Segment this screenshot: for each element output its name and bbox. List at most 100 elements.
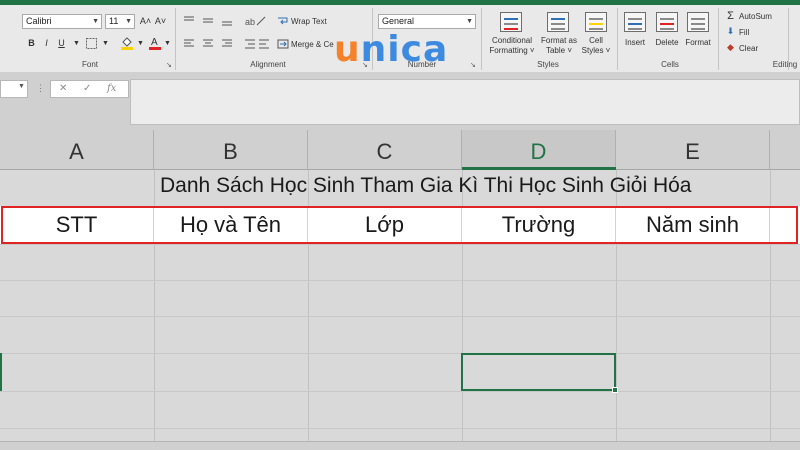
clear-button[interactable]: Clear bbox=[739, 44, 758, 53]
format-as-table-label-2: Table ˅ bbox=[545, 46, 573, 55]
formula-input[interactable] bbox=[130, 79, 800, 125]
format-button[interactable]: Format bbox=[682, 38, 714, 48]
conditional-formatting-button[interactable]: Conditional Formatting ˅ bbox=[486, 36, 538, 56]
shrink-font-icon[interactable]: A˅ bbox=[154, 15, 167, 28]
group-separator bbox=[788, 8, 789, 70]
column-header-e[interactable]: E bbox=[616, 130, 770, 170]
logo-rest: nica bbox=[360, 29, 449, 70]
sigma-icon[interactable]: Σ bbox=[724, 10, 737, 23]
column-header-f[interactable] bbox=[770, 130, 800, 170]
wrap-text-icon[interactable] bbox=[277, 15, 289, 27]
format-cells-icon[interactable] bbox=[687, 12, 709, 32]
chevron-down-icon[interactable]: ▼ bbox=[18, 83, 25, 90]
wrap-text-button[interactable]: Wrap Text bbox=[291, 17, 327, 26]
grid-line bbox=[0, 391, 800, 392]
cancel-icon[interactable]: ✕ bbox=[59, 83, 67, 94]
column-header-row: A B C D E bbox=[0, 130, 800, 170]
delete-button[interactable]: Delete bbox=[651, 38, 683, 48]
worksheet: A B C D E Danh Sách Học Sinh Tham Gia Kì… bbox=[0, 130, 800, 450]
insert-cells-icon[interactable] bbox=[624, 12, 646, 32]
chevron-down-icon[interactable]: ▼ bbox=[134, 37, 147, 50]
group-separator bbox=[481, 8, 482, 70]
sheet-tabs-bar bbox=[0, 441, 800, 450]
cell-styles-label-1: Cell bbox=[589, 36, 603, 45]
grow-font-icon[interactable]: A˄ bbox=[139, 15, 152, 28]
chevron-down-icon[interactable]: ▼ bbox=[161, 37, 174, 50]
underline-button[interactable]: U bbox=[55, 37, 68, 50]
chevron-down-icon[interactable]: ▼ bbox=[125, 15, 132, 28]
unica-logo: unica bbox=[334, 30, 448, 70]
vertical-dots-icon: ⋮ bbox=[36, 83, 45, 93]
fill-down-icon[interactable]: ⬇ bbox=[724, 25, 737, 38]
font-name-combo[interactable]: Calibri ▼ bbox=[22, 14, 102, 29]
fill-handle[interactable] bbox=[612, 387, 618, 393]
column-header-b[interactable]: B bbox=[154, 130, 308, 170]
active-row-indicator bbox=[0, 353, 2, 391]
ribbon-top-bar bbox=[0, 0, 800, 5]
number-format-value: General bbox=[382, 16, 415, 26]
chevron-down-icon[interactable]: ▼ bbox=[92, 15, 99, 28]
autosum-button[interactable]: AutoSum bbox=[739, 12, 772, 21]
chevron-down-icon[interactable]: ▼ bbox=[466, 15, 473, 28]
number-format-combo[interactable]: General ▼ bbox=[378, 14, 476, 29]
dialog-launcher-icon[interactable]: ↘ bbox=[470, 61, 476, 69]
styles-group-label: Styles bbox=[537, 60, 559, 69]
font-size-value: 11 bbox=[109, 16, 119, 26]
group-separator bbox=[175, 8, 176, 70]
cell-styles-label-2: Styles ˅ bbox=[581, 46, 611, 55]
font-group-label: Font bbox=[81, 60, 98, 69]
group-separator bbox=[718, 8, 719, 70]
italic-button[interactable]: I bbox=[40, 37, 53, 50]
insert-function-icon[interactable]: fx bbox=[107, 83, 116, 94]
highlight-box bbox=[1, 206, 798, 244]
column-header-c[interactable]: C bbox=[308, 130, 462, 170]
chevron-down-icon[interactable]: ▼ bbox=[70, 37, 83, 50]
enter-icon[interactable]: ✓ bbox=[83, 83, 91, 94]
font-color-icon[interactable]: A bbox=[148, 35, 162, 50]
font-name-value: Calibri bbox=[26, 16, 52, 26]
format-as-table-button[interactable]: Format as Table ˅ bbox=[537, 36, 581, 56]
cells-group-label: Cells bbox=[661, 60, 679, 69]
fill-button[interactable]: Fill bbox=[739, 28, 749, 37]
borders-icon[interactable] bbox=[85, 37, 99, 50]
editing-group-label: Editing bbox=[772, 60, 798, 69]
column-header-a[interactable]: A bbox=[0, 130, 154, 170]
horizontal-align-icons[interactable] bbox=[182, 37, 242, 51]
column-header-d[interactable]: D bbox=[462, 130, 616, 170]
dialog-launcher-icon[interactable]: ↘ bbox=[166, 61, 172, 69]
eraser-icon[interactable]: ◆ bbox=[724, 41, 737, 54]
orientation-icon[interactable]: ab bbox=[243, 14, 273, 28]
grid-line bbox=[0, 428, 800, 429]
conditional-formatting-icon[interactable] bbox=[500, 12, 522, 32]
formula-buttons: ✕ ✓ fx bbox=[50, 80, 129, 98]
alignment-group-label: Alignment bbox=[250, 60, 286, 69]
bold-button[interactable]: B bbox=[25, 37, 38, 50]
grid-line bbox=[0, 244, 800, 245]
logo-u: u bbox=[334, 29, 361, 70]
grid-line bbox=[0, 353, 800, 354]
delete-cells-icon[interactable] bbox=[656, 12, 678, 32]
formula-bar: ▼ ⋮ ✕ ✓ fx bbox=[0, 72, 800, 130]
svg-text:A: A bbox=[151, 37, 158, 48]
sheet-title-cell[interactable]: Danh Sách Học Sinh Tham Gia Kì Thi Học S… bbox=[160, 174, 691, 198]
conditional-formatting-label-1: Conditional bbox=[491, 36, 533, 45]
grid-line bbox=[0, 280, 800, 281]
indent-icons[interactable] bbox=[243, 37, 273, 51]
conditional-formatting-label-2: Formatting ˅ bbox=[489, 46, 535, 55]
cell-styles-icon[interactable] bbox=[585, 12, 607, 32]
group-separator bbox=[617, 8, 618, 70]
font-size-combo[interactable]: 11 ▼ bbox=[105, 14, 135, 29]
vertical-align-icons[interactable] bbox=[182, 14, 242, 28]
format-as-table-label-1: Format as bbox=[540, 36, 577, 45]
merge-cells-icon[interactable] bbox=[277, 38, 289, 50]
grid-line bbox=[0, 316, 800, 317]
insert-button[interactable]: Insert bbox=[620, 38, 650, 48]
svg-text:ab: ab bbox=[245, 17, 255, 27]
active-column-indicator bbox=[462, 167, 616, 170]
paint-bucket-icon[interactable] bbox=[120, 35, 134, 50]
cell-styles-button[interactable]: Cell Styles ˅ bbox=[577, 36, 615, 56]
selected-cell[interactable] bbox=[461, 353, 616, 391]
merge-center-button[interactable]: Merge & Ce bbox=[291, 40, 334, 49]
chevron-down-icon[interactable]: ▼ bbox=[99, 37, 112, 50]
format-as-table-icon[interactable] bbox=[547, 12, 569, 32]
